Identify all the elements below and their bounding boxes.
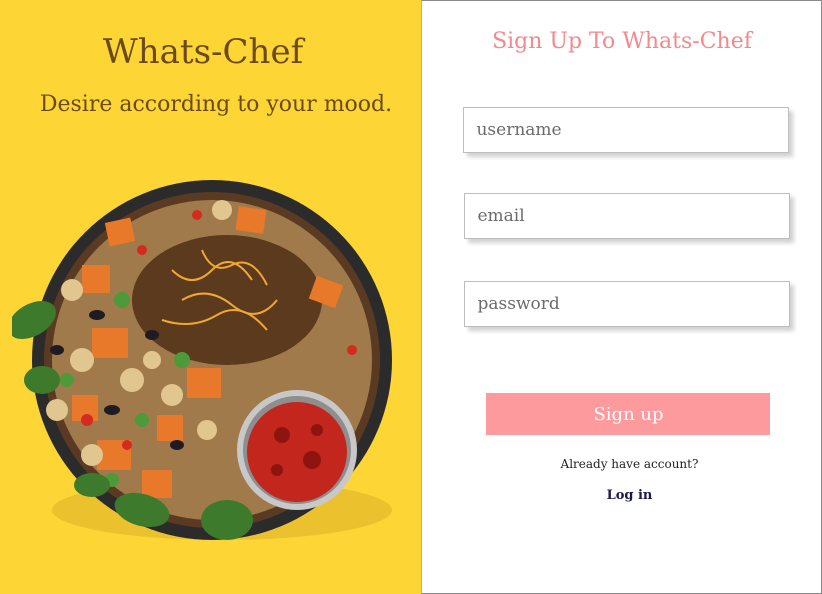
signup-title: Sign Up To Whats-Chef [492,29,752,54]
brand-panel: Whats-Chef Desire according to your mood… [0,0,422,594]
signup-button[interactable]: Sign up [486,393,771,435]
password-input[interactable] [464,281,791,327]
already-have-account-text: Already have account? [560,457,699,471]
brand-title: Whats-Chef [102,32,304,72]
tagline: Desire according to your mood. [39,92,393,117]
email-input[interactable] [464,193,791,239]
username-input[interactable] [463,107,790,153]
signup-panel: Sign Up To Whats-Chef Sign up Already ha… [421,0,822,594]
signup-page: Whats-Chef Desire according to your mood… [0,0,822,594]
food-bowl-image [12,180,392,540]
login-link[interactable]: Log in [422,488,822,503]
